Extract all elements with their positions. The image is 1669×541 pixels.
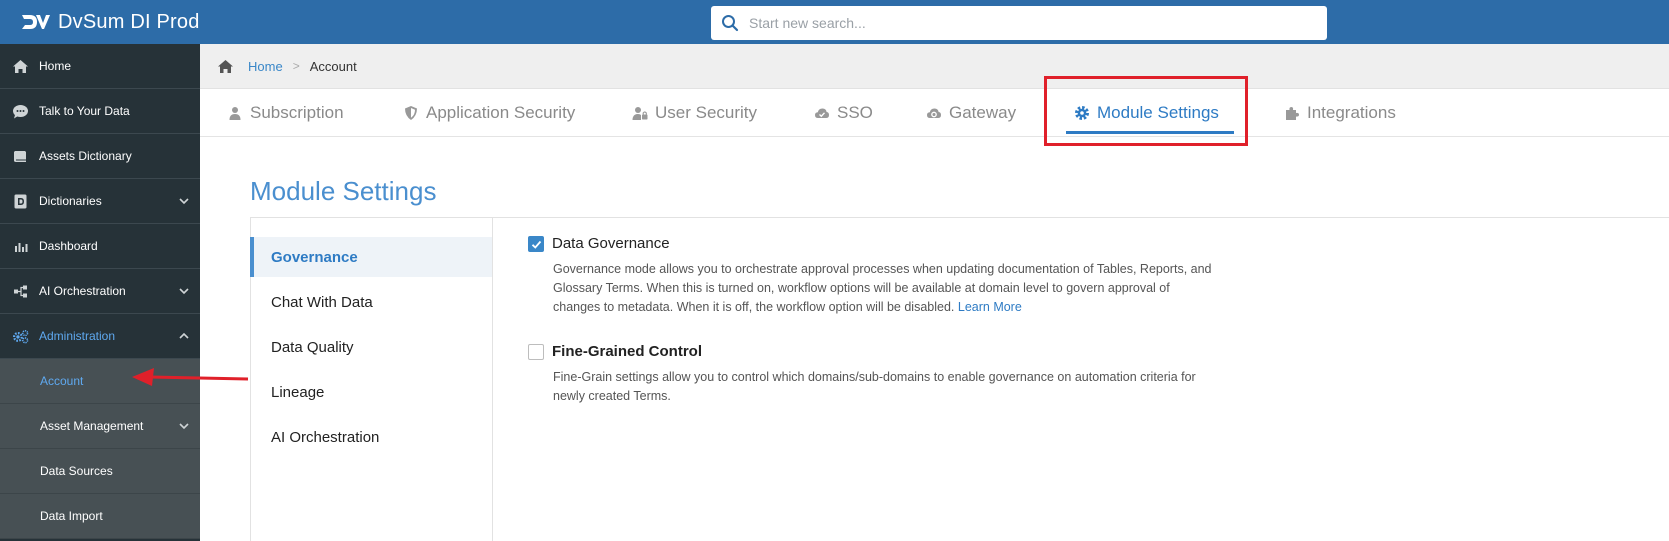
menu-item-governance[interactable]: Governance (250, 237, 492, 277)
tab-subscription[interactable]: Subscription (227, 89, 344, 137)
search-input[interactable] (749, 15, 1309, 31)
chevron-down-icon (179, 288, 189, 295)
sidebar-subitem-data-import[interactable]: Data Import (0, 494, 200, 539)
tab-bar: Subscription Application Security User S… (200, 89, 1669, 137)
sidebar-item-dashboard[interactable]: Dashboard (0, 224, 200, 269)
tab-label: Integrations (1307, 103, 1396, 122)
page-title: Module Settings (250, 176, 437, 206)
sidebar-subitem-label: Asset Management (40, 419, 144, 433)
menu-item-ai-orchestration[interactable]: AI Orchestration (250, 417, 492, 457)
cloud-check-icon (815, 108, 829, 118)
flow-icon (9, 283, 31, 299)
sidebar-subitem-data-sources[interactable]: Data Sources (0, 449, 200, 494)
app-title: DvSum DI Prod (58, 10, 200, 33)
menu-item-lineage[interactable]: Lineage (250, 372, 492, 412)
sidebar-subitem-label: Account (40, 374, 84, 388)
tab-label: User Security (655, 103, 758, 122)
sidebar-item-talk-to-your-data[interactable]: Talk to Your Data (0, 89, 200, 134)
home-icon (9, 58, 31, 74)
puzzle-icon (1286, 107, 1299, 120)
menu-item-data-quality[interactable]: Data Quality (250, 327, 492, 367)
setting-title: Data Governance (552, 235, 670, 252)
tab-user-security[interactable]: User Security (632, 89, 757, 137)
tab-application-security[interactable]: Application Security (403, 89, 575, 137)
sidebar-item-label: Home (39, 59, 72, 73)
sidebar-item-dictionaries[interactable]: Dictionaries (0, 179, 200, 224)
user-lock-icon (632, 107, 648, 120)
search-icon (722, 15, 739, 32)
tab-label: Application Security (426, 103, 576, 122)
brand[interactable]: DvSum DI Prod (20, 8, 200, 36)
tab-label: Gateway (949, 103, 1017, 122)
dvsum-logo-icon (22, 15, 50, 29)
breadcrumb-home-link[interactable]: Home (248, 59, 283, 74)
setting-title: Fine-Grained Control (552, 343, 702, 360)
book-icon (9, 148, 31, 164)
dictionary-icon (9, 193, 31, 209)
tab-gateway[interactable]: Gateway (926, 89, 1016, 137)
setting-description-text: Governance mode allows you to orchestrat… (553, 262, 1212, 314)
data-governance-checkbox[interactable] (528, 236, 544, 252)
setting-description: Governance mode allows you to orchestrat… (553, 260, 1213, 317)
annotation-highlight-box (1044, 76, 1248, 146)
home-icon[interactable] (217, 59, 234, 74)
chevron-down-icon (179, 423, 189, 430)
fine-grained-control-checkbox[interactable] (528, 344, 544, 360)
gears-icon (9, 328, 31, 344)
sidebar-item-label: Dictionaries (39, 194, 102, 208)
breadcrumb-current: Account (309, 58, 357, 74)
sidebar-item-label: Assets Dictionary (39, 149, 132, 163)
sidebar-subitem-label: Data Import (40, 509, 103, 523)
sidebar-item-label: Talk to Your Data (39, 104, 130, 118)
search-box[interactable] (711, 6, 1327, 40)
sidebar-item-ai-orchestration[interactable]: AI Orchestration (0, 269, 200, 314)
sidebar-item-label: Dashboard (39, 239, 98, 253)
chat-icon (9, 103, 31, 119)
sidebar-item-home[interactable]: Home (0, 44, 200, 89)
settings-menu: Governance Chat With Data Data Quality L… (250, 217, 493, 541)
checkmark-icon (531, 240, 542, 249)
top-bar: DvSum DI Prod (0, 0, 1669, 44)
setting-description: Fine-Grain settings allow you to control… (553, 370, 1196, 403)
chevron-down-icon (179, 198, 189, 205)
tab-sso[interactable]: SSO (814, 89, 873, 137)
breadcrumb-separator: > (292, 59, 300, 73)
tab-label: SSO (837, 103, 873, 122)
shield-icon (405, 106, 417, 120)
annotation-arrow-icon (132, 368, 249, 386)
sidebar-subitem-asset-management[interactable]: Asset Management (0, 404, 200, 449)
user-icon (229, 107, 241, 120)
sidebar-item-label: Administration (39, 329, 116, 343)
bar-chart-icon (9, 238, 31, 254)
sidebar-subitem-label: Data Sources (40, 464, 113, 478)
sidebar-item-assets-dictionary[interactable]: Assets Dictionary (0, 134, 200, 179)
sidebar-item-administration[interactable]: Administration (0, 314, 200, 359)
chevron-up-icon (179, 332, 189, 339)
tab-integrations[interactable]: Integrations (1284, 89, 1396, 137)
cloud-upload-icon (927, 108, 941, 118)
sidebar: Home Talk to Your Data Assets Dictionary… (0, 44, 200, 541)
tab-label: Subscription (250, 103, 344, 122)
breadcrumb: Home > Account (200, 44, 1669, 89)
menu-item-chat-with-data[interactable]: Chat With Data (250, 282, 492, 322)
sidebar-item-label: AI Orchestration (39, 284, 126, 298)
learn-more-link[interactable]: Learn More (958, 300, 1022, 314)
